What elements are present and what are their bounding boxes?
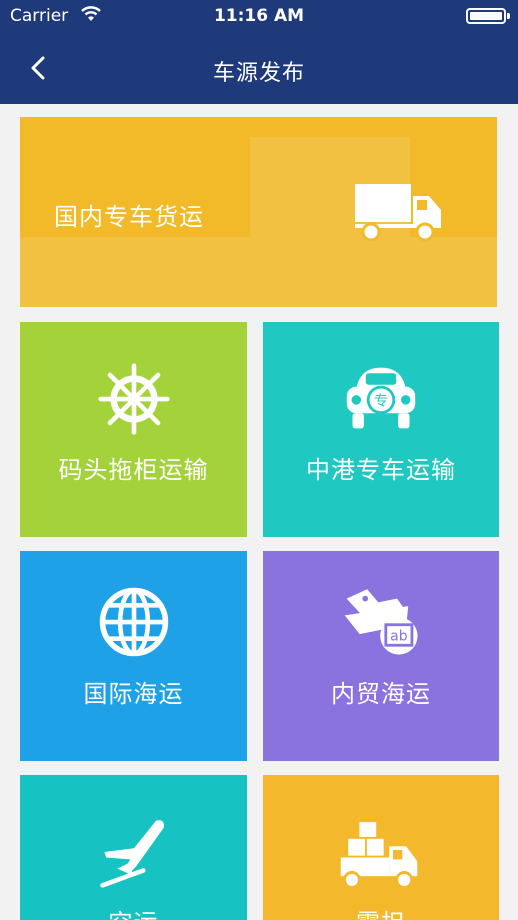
tile-international-sea[interactable]: 国际海运 (20, 551, 247, 761)
special-car-icon: 专 (346, 367, 416, 429)
tile-label: 空运 (20, 903, 247, 920)
tile-dock-container[interactable]: 码头拖柜运输 (20, 322, 247, 537)
truck-icon (355, 184, 441, 242)
clock: 11:16 AM (213, 6, 305, 26)
tile-label: 零担 (263, 903, 499, 920)
ship-wheel-icon (98, 363, 170, 435)
tile-label: 内贸海运 (331, 680, 431, 708)
boxes-truck-icon (340, 822, 418, 889)
svg-text:ab: ab (390, 629, 408, 645)
tile-hk-special-car[interactable]: 专 中港专车运输 (263, 322, 499, 537)
tile-domestic-truck[interactable]: 国内专车货运 (20, 117, 497, 307)
status-bar: Carrier 11:16 AM (0, 0, 518, 34)
airplane-icon (100, 820, 164, 888)
tile-label: 国内专车货运 (54, 203, 204, 231)
tile-domestic-sea[interactable]: ab 内贸海运 (263, 551, 499, 761)
nav-header: Carrier 11:16 AM 车源发布 (0, 0, 518, 104)
tile-label: 国际海运 (83, 680, 184, 708)
cargo-ship-icon: ab (344, 589, 418, 655)
tile-less-than-truckload[interactable]: 零担 (263, 775, 499, 920)
svg-text:专: 专 (374, 393, 388, 410)
globe-icon (99, 587, 169, 657)
tile-label: 码头拖柜运输 (58, 456, 209, 484)
tile-label: 中港专车运输 (306, 456, 456, 484)
tile-air-freight[interactable]: 空运 (20, 775, 247, 920)
battery-icon (466, 8, 510, 24)
page-title: 车源发布 (212, 61, 305, 86)
